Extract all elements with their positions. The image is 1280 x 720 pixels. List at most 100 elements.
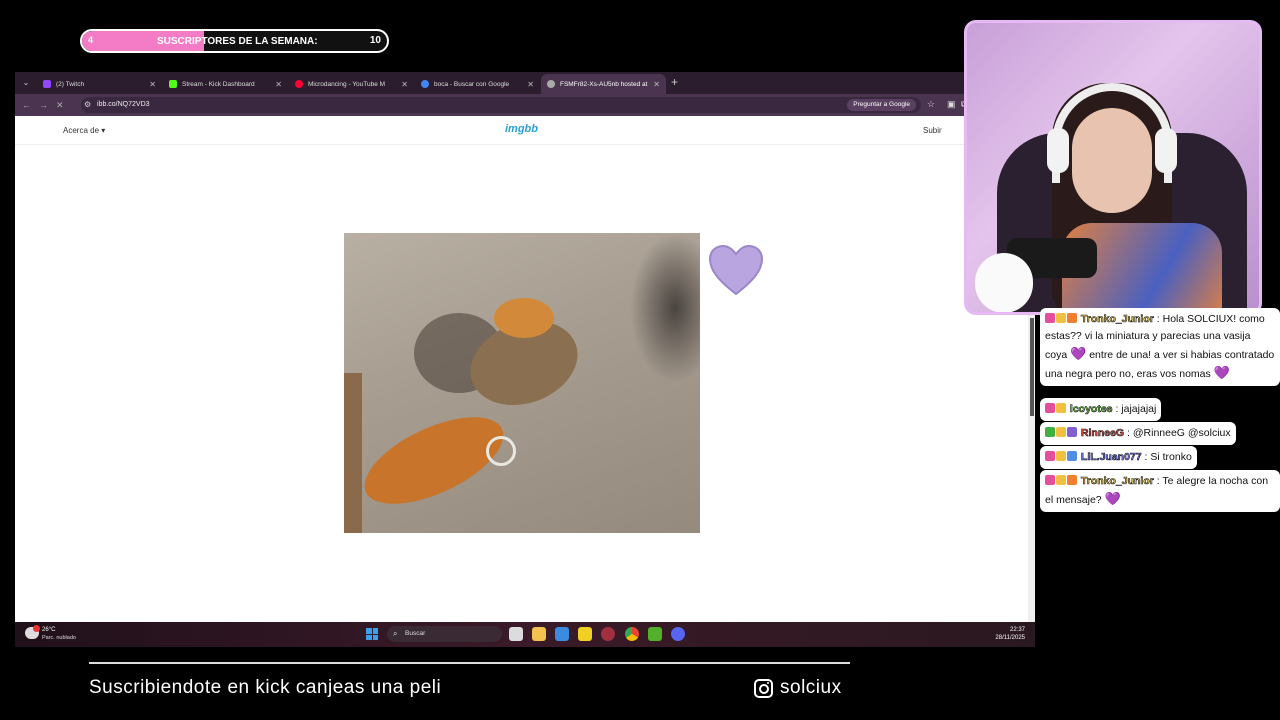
close-icon[interactable]: ✕ (527, 80, 534, 89)
weather-description: Parc. nublado (42, 635, 76, 641)
site-info-icon[interactable]: ⚙ (84, 100, 91, 109)
screenshot-icon[interactable]: ▣ (947, 99, 956, 110)
notification-badge (33, 625, 40, 632)
squirrel-head (494, 298, 554, 338)
tab-twitch[interactable]: (2) Twitch ✕ (37, 74, 162, 94)
clock-time: 22:37 (1009, 627, 1025, 633)
clock-date: 28/11/2025 (995, 635, 1025, 641)
browser-window: ⌄ (2) Twitch ✕ Stream - Kick Dashboard ✕… (15, 72, 1035, 647)
ask-google-button[interactable]: Preguntar a Google (847, 99, 916, 111)
upload-link[interactable]: Subir (923, 126, 942, 135)
chat-username[interactable]: LiL.Juan077 (1081, 451, 1142, 464)
notes-icon[interactable] (578, 627, 592, 641)
gifter-badge-icon (1056, 427, 1066, 437)
plush-toy (975, 253, 1033, 312)
subscriber-badge-icon (1045, 475, 1055, 485)
folder-icon[interactable] (532, 627, 546, 641)
tab-title: (2) Twitch (56, 80, 85, 88)
address-bar[interactable]: ⚙ ibb.co/NQ72VD3 Preguntar a Google (81, 97, 921, 113)
chat-message: RinneeG : @RinneeG @solciux (1040, 422, 1236, 445)
close-icon[interactable]: ✕ (653, 80, 660, 89)
stop-loading-icon[interactable]: ✕ (56, 100, 66, 111)
purple-heart-emote: 💜 (1213, 365, 1230, 380)
ring-object (486, 436, 516, 466)
store-icon[interactable] (509, 627, 523, 641)
chrome-icon[interactable] (625, 627, 639, 641)
system-clock[interactable]: 22:37 28/11/2025 (995, 626, 1025, 642)
google-icon (421, 80, 429, 88)
image-wall (344, 373, 362, 533)
tab-search-icon[interactable]: ⌄ (19, 76, 33, 90)
instagram-handle: solciux (780, 677, 842, 698)
chat-text: jajajajaj (1121, 403, 1157, 415)
fan-badge-icon (1067, 313, 1077, 323)
about-menu[interactable]: Acerca de ▾ (63, 126, 105, 135)
tab-title: Microdancing - YouTube M (308, 80, 386, 88)
gifter-badge-icon (1056, 403, 1066, 413)
chat-message: Tronko_Junior : Hola SOLCIUX! como estas… (1040, 308, 1280, 386)
vip-badge-icon (1067, 427, 1077, 437)
web-page: Acerca de ▾ imgbb Subir (15, 116, 1035, 622)
chat-text: @RinneeG @solciux (1132, 427, 1231, 439)
chat-message: lcoyotee : jajajajaj (1040, 398, 1162, 421)
chat-username[interactable]: lcoyotee (1070, 403, 1113, 416)
subscriber-badge-icon (1045, 313, 1055, 323)
hosted-image (344, 233, 700, 533)
windows-start-icon[interactable] (366, 628, 378, 640)
tab-google-search[interactable]: boca - Buscar con Google ✕ (415, 74, 540, 94)
new-tab-icon[interactable]: + (671, 75, 678, 89)
windows-taskbar: 26°C Parc. nublado ⌕ Buscar 22:37 28/11/… (15, 622, 1035, 647)
chat-username[interactable]: Tronko_Junior (1081, 475, 1155, 488)
taskbar-search-placeholder: Buscar (405, 630, 426, 637)
kick-icon (169, 80, 177, 88)
close-icon[interactable]: ✕ (149, 80, 156, 89)
close-icon[interactable]: ✕ (401, 80, 408, 89)
webcam-feed (964, 20, 1262, 315)
chat-username[interactable]: RinneeG (1081, 427, 1125, 440)
chat-text: Te alegre la nocha con el mensaje? (1045, 475, 1269, 506)
chat-scrollbar[interactable] (1030, 318, 1034, 416)
close-icon[interactable]: ✕ (275, 80, 282, 89)
chat-message: LiL.Juan077 : Si tronko (1040, 446, 1197, 469)
og-badge-icon (1067, 451, 1077, 461)
tab-imgbb[interactable]: FSMFr82-Xs-AU5nb hosted at I ✕ (541, 74, 666, 94)
globe-icon (547, 80, 555, 88)
temperature: 26°C (42, 627, 56, 633)
obs-icon[interactable] (601, 627, 615, 641)
purple-heart-emote: 💜 (1104, 491, 1121, 506)
back-icon[interactable]: ← (22, 100, 32, 110)
tab-kick-dashboard[interactable]: Stream - Kick Dashboard ✕ (163, 74, 288, 94)
subscriber-goal-bar: 4 SUSCRIPTORES DE LA SEMANA: 10 (80, 29, 389, 53)
discord-icon[interactable] (671, 627, 685, 641)
chat-text: Si tronko (1150, 451, 1192, 463)
bookmark-star-icon[interactable]: ☆ (927, 99, 935, 110)
site-header: Acerca de ▾ imgbb Subir (15, 116, 1035, 145)
imgbb-logo[interactable]: imgbb (505, 123, 538, 135)
gifter-badge-icon (1056, 475, 1066, 485)
photos-icon[interactable] (555, 627, 569, 641)
banner-message: Suscribiendote en kick canjeas una peli (89, 677, 442, 698)
gifter-badge-icon (1056, 313, 1066, 323)
headphone-cup-right (1155, 128, 1177, 173)
image-shadow (630, 233, 700, 383)
subscriber-count: 4 (88, 35, 94, 45)
instagram-icon (754, 679, 773, 698)
subscriber-badge-icon (1045, 403, 1055, 413)
forward-icon[interactable]: → (39, 100, 49, 110)
chat-message: Tronko_Junior : Te alegre la nocha con e… (1040, 470, 1280, 512)
subscriber-goal-target: 10 (369, 35, 381, 46)
search-icon: ⌕ (393, 629, 398, 638)
subscriber-badge-icon (1045, 451, 1055, 461)
headphone-cup-left (1047, 128, 1069, 173)
heart-icon (708, 244, 764, 296)
kick-app-icon[interactable] (648, 627, 662, 641)
tab-title: boca - Buscar con Google (434, 80, 510, 88)
tab-title: FSMFr82-Xs-AU5nb hosted at I (560, 80, 649, 88)
tab-strip: ⌄ (2) Twitch ✕ Stream - Kick Dashboard ✕… (15, 72, 1035, 94)
chat-username[interactable]: Tronko_Junior (1081, 313, 1155, 326)
tab-youtube-music[interactable]: Microdancing - YouTube M ✕ (289, 74, 414, 94)
gifter-badge-icon (1056, 451, 1066, 461)
subscriber-goal-label: SUSCRIPTORES DE LA SEMANA: (157, 36, 318, 47)
fan-badge-icon (1067, 475, 1077, 485)
taskbar-search[interactable]: ⌕ Buscar (387, 626, 502, 642)
